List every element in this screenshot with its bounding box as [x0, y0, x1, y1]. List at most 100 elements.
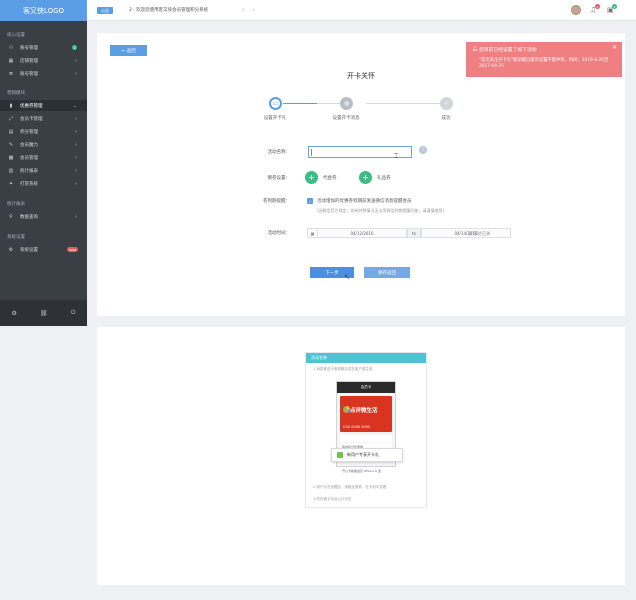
- power-icon[interactable]: ⏻: [71, 309, 76, 317]
- sidebar-item-settings[interactable]: ⚙ 系统设置 new: [0, 244, 87, 255]
- date-separator: to: [407, 228, 421, 238]
- step-gift-icon: ▭: [269, 97, 282, 110]
- sidebar-section-title: 统计报表: [7, 202, 25, 207]
- settings-icon: ⚙: [8, 246, 14, 253]
- chevron-right-icon: ›: [75, 70, 77, 77]
- chevron-left-icon[interactable]: ‹: [242, 6, 245, 14]
- card-number: CSA 0000 0000: [343, 425, 371, 429]
- chevron-right-icon: ›: [75, 57, 77, 64]
- reminder-text: 活动增加的优惠券到期前发送微信消息提醒会员: [317, 199, 412, 204]
- step-line: [317, 103, 340, 104]
- link-icon[interactable]: ⛓: [40, 310, 48, 317]
- announcement-tag: 公告: [97, 7, 113, 14]
- chevron-down-icon: ⌄: [72, 102, 77, 109]
- sidebar-item-query[interactable]: ⚲ 数据查询 ›: [0, 211, 87, 222]
- preview-caption: 2.用户点击查看后，领取优惠券，在卡包中查看: [313, 485, 387, 489]
- app-logo[interactable]: 客又侠LOGO: [0, 0, 87, 21]
- step-line: [366, 103, 440, 104]
- sidebar-item-label: 会员管理: [20, 155, 38, 161]
- back-button[interactable]: ← 返回: [110, 45, 147, 56]
- conflict-alert: 🔔︎ ✕ 您目前已经设置了如下活动 "首次关注开卡礼"新功能已提示设置不能冲突，…: [466, 42, 622, 77]
- sidebar-section-title: 核心设置: [7, 33, 25, 38]
- top-header: 公告 2 · 欢迎您使用客又侠会员管理积分系统 ‹ › ♫ 9 ▣ 3: [87, 0, 636, 21]
- phone-row: [340, 435, 392, 442]
- announcement-text[interactable]: 2 · 欢迎您使用客又侠会员管理积分系统: [129, 7, 208, 13]
- activity-time-label: 活动时间：: [267, 231, 291, 236]
- sidebar-item-label: 数据查询: [20, 214, 38, 220]
- sidebar-item-points[interactable]: ▤ 积分管理 ›: [0, 126, 87, 137]
- expiry-reminder-label: 卷到期提醒：: [263, 199, 290, 204]
- sidebar-item-members[interactable]: ▩ 会员管理 ›: [0, 152, 87, 163]
- info-icon[interactable]: i: [419, 146, 427, 154]
- popup-text: 新用户专享开卡礼: [347, 452, 379, 457]
- calendar-icon[interactable]: ▦: [307, 228, 317, 238]
- sidebar-item-label: 积分管理: [20, 129, 38, 135]
- add-voucher-button[interactable]: +: [305, 171, 318, 184]
- gear-icon[interactable]: ⚙: [12, 310, 17, 317]
- sidebar-item-magic[interactable]: ✎ 会员魔力 ›: [0, 139, 87, 150]
- step-progress-line: [283, 103, 317, 104]
- sidebar-item-label: 会员魔力: [20, 142, 38, 148]
- sidebar-item-store[interactable]: ▦ 店铺管理 ›: [0, 55, 87, 66]
- bell-icon: 🔔︎: [472, 47, 478, 52]
- expiry-reminder-checkbox[interactable]: ✓: [307, 198, 313, 204]
- sidebar-section-title: 系统设置: [7, 235, 25, 240]
- gift-setting-label: 赠卷设置：: [267, 176, 291, 181]
- brand-logo-icon: [343, 406, 350, 413]
- notification-badge: 9: [595, 4, 600, 9]
- points-icon: ▤: [8, 128, 14, 135]
- sidebar-footer: ⚙ ⛓ ⏻: [0, 300, 87, 326]
- chevron-right-icon: ›: [75, 180, 77, 187]
- chevron-right-icon: ›: [75, 167, 77, 174]
- list-icon: ≣: [8, 70, 14, 77]
- sidebar-item-reward[interactable]: ✦ 打赏系统 ›: [0, 178, 87, 189]
- magic-icon: ✎: [8, 141, 14, 148]
- preview-header: 活动名称: [306, 353, 426, 363]
- sidebar-item-account-2[interactable]: ≣ 账号管理 ›: [0, 68, 87, 79]
- alert-body: "首次关注开卡礼"新功能已提示设置不能冲突，时间：2016-4-20至2017-…: [479, 58, 609, 69]
- close-icon[interactable]: ✕: [612, 44, 617, 51]
- sidebar-item-coupon[interactable]: ▮ 优惠券管理 ⌄: [0, 100, 87, 111]
- start-date-input[interactable]: 04/12/2016: [317, 228, 407, 238]
- chevron-right-icon[interactable]: ›: [252, 6, 255, 14]
- card-brand: 点评微生活: [350, 408, 378, 414]
- member-card-image: 点评微生活 CSA 0000 0000: [340, 396, 392, 432]
- end-date-input[interactable]: 04/14/2016: [421, 228, 511, 238]
- avatar[interactable]: [571, 5, 581, 15]
- gift-icon: ✦: [8, 180, 14, 187]
- sidebar-item-label: 优惠券管理: [20, 103, 43, 109]
- mouse-cursor-icon: ↖: [344, 273, 350, 281]
- coupon-icon: ▮: [9, 102, 13, 109]
- chevron-right-icon: ›: [75, 213, 77, 220]
- step-message-icon: ◍: [340, 97, 353, 110]
- store-icon: ▦: [8, 57, 14, 64]
- step-label: 设置开卡礼: [263, 116, 287, 121]
- sidebar-item-stats[interactable]: ▥ 统计报表 ›: [0, 165, 87, 176]
- gift-popup: 新用户专享开卡礼: [331, 448, 403, 462]
- sidebar-item-card[interactable]: ⤢ 会员卡管理 ›: [0, 113, 87, 124]
- sidebar: 核心设置 ⚇ 账号管理 1 ▦ 店铺管理 › ≣ 账号管理 › 营销模块 ▮ 优…: [0, 21, 87, 326]
- gift-coupon-label: 礼品券: [377, 176, 391, 181]
- save-return-button[interactable]: 保存返回: [364, 267, 410, 278]
- members-icon: ▩: [8, 154, 14, 161]
- search-icon: ⚲: [9, 213, 13, 220]
- preview-card: 活动名称 1.消息推送卡券领取后将在客户端生成 会员卡 点评微生活 CSA 00…: [97, 327, 625, 585]
- sidebar-item-account[interactable]: ⚇ 账号管理 1: [0, 42, 87, 53]
- user-icon: ⚇: [8, 44, 14, 51]
- chevron-right-icon: ›: [75, 128, 77, 135]
- message-badge: 3: [612, 4, 617, 9]
- voucher-label: 代金券: [323, 176, 337, 181]
- notification-badge: 1: [72, 45, 77, 50]
- chevron-right-icon: ›: [75, 141, 77, 148]
- gift-icon: [337, 452, 343, 458]
- chart-icon: ▥: [8, 167, 14, 174]
- card-icon: ⤢: [8, 115, 13, 122]
- sidebar-item-label: 账号管理: [20, 71, 38, 77]
- step-label: 设置开卡消息: [332, 116, 360, 121]
- add-gift-coupon-button[interactable]: +: [359, 171, 372, 184]
- preview-caption: 1.消息推送卡券领取后将在客户端生成: [313, 367, 373, 371]
- step-label: 成功: [441, 116, 451, 121]
- message-preview: 活动名称 1.消息推送卡券领取后将在客户端生成 会员卡 点评微生活 CSA 00…: [305, 352, 427, 508]
- sidebar-item-label: 统计报表: [20, 168, 38, 174]
- chevron-right-icon: ›: [75, 115, 77, 122]
